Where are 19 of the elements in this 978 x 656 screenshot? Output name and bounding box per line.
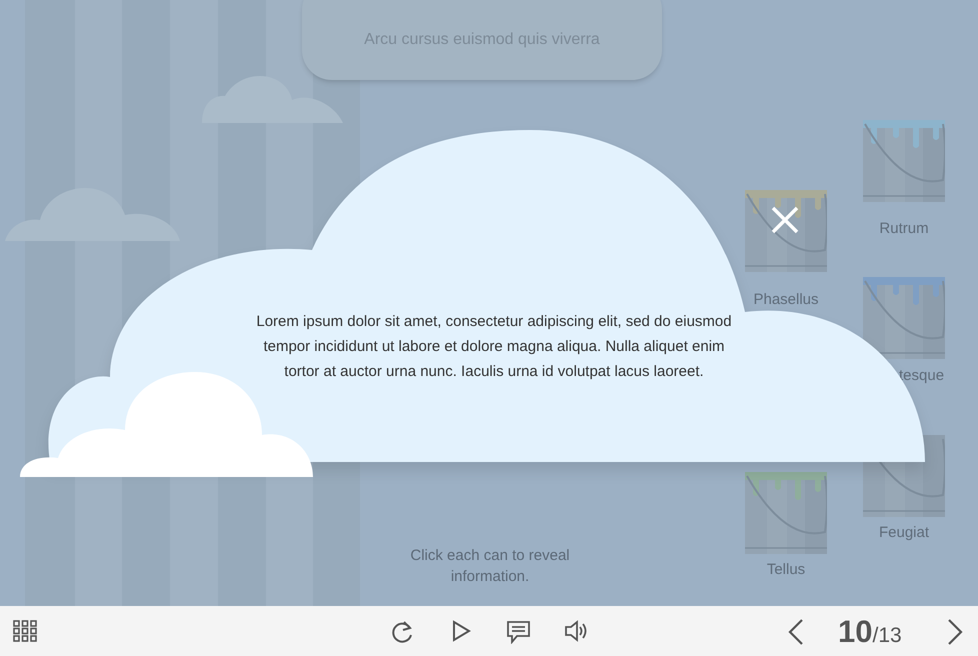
can-label: Phasellus xyxy=(752,290,820,310)
paint-can-icon[interactable] xyxy=(863,277,945,359)
volume-icon[interactable] xyxy=(564,620,589,642)
play-icon[interactable] xyxy=(451,620,471,642)
next-icon[interactable] xyxy=(946,618,964,646)
page-number: 10 xyxy=(838,614,872,650)
previous-icon[interactable] xyxy=(787,618,805,646)
menu-grid-icon[interactable] xyxy=(13,620,37,642)
can-label: Tellus xyxy=(766,560,806,580)
can-label: Rutrum xyxy=(878,219,930,239)
instruction-text: Click each can to reveal information. xyxy=(409,546,571,587)
page-total: /13 xyxy=(872,623,902,649)
popup-text: Lorem ipsum dolor sit amet, consectetur adipiscing elit, sed do eiusmod tempor incididunt ut labore et dolore magna aliqua. Nulla aliquet enim tortor at auctor urna nunc. Iaculis urna id volutpat lacus laoreet. xyxy=(255,312,733,382)
can-label: Feugiat xyxy=(878,523,930,543)
replay-icon[interactable] xyxy=(390,619,414,645)
can-label: tesque xyxy=(899,366,944,386)
close-icon[interactable] xyxy=(771,206,799,234)
paint-can-icon[interactable] xyxy=(745,190,827,272)
captions-icon[interactable] xyxy=(506,620,531,644)
